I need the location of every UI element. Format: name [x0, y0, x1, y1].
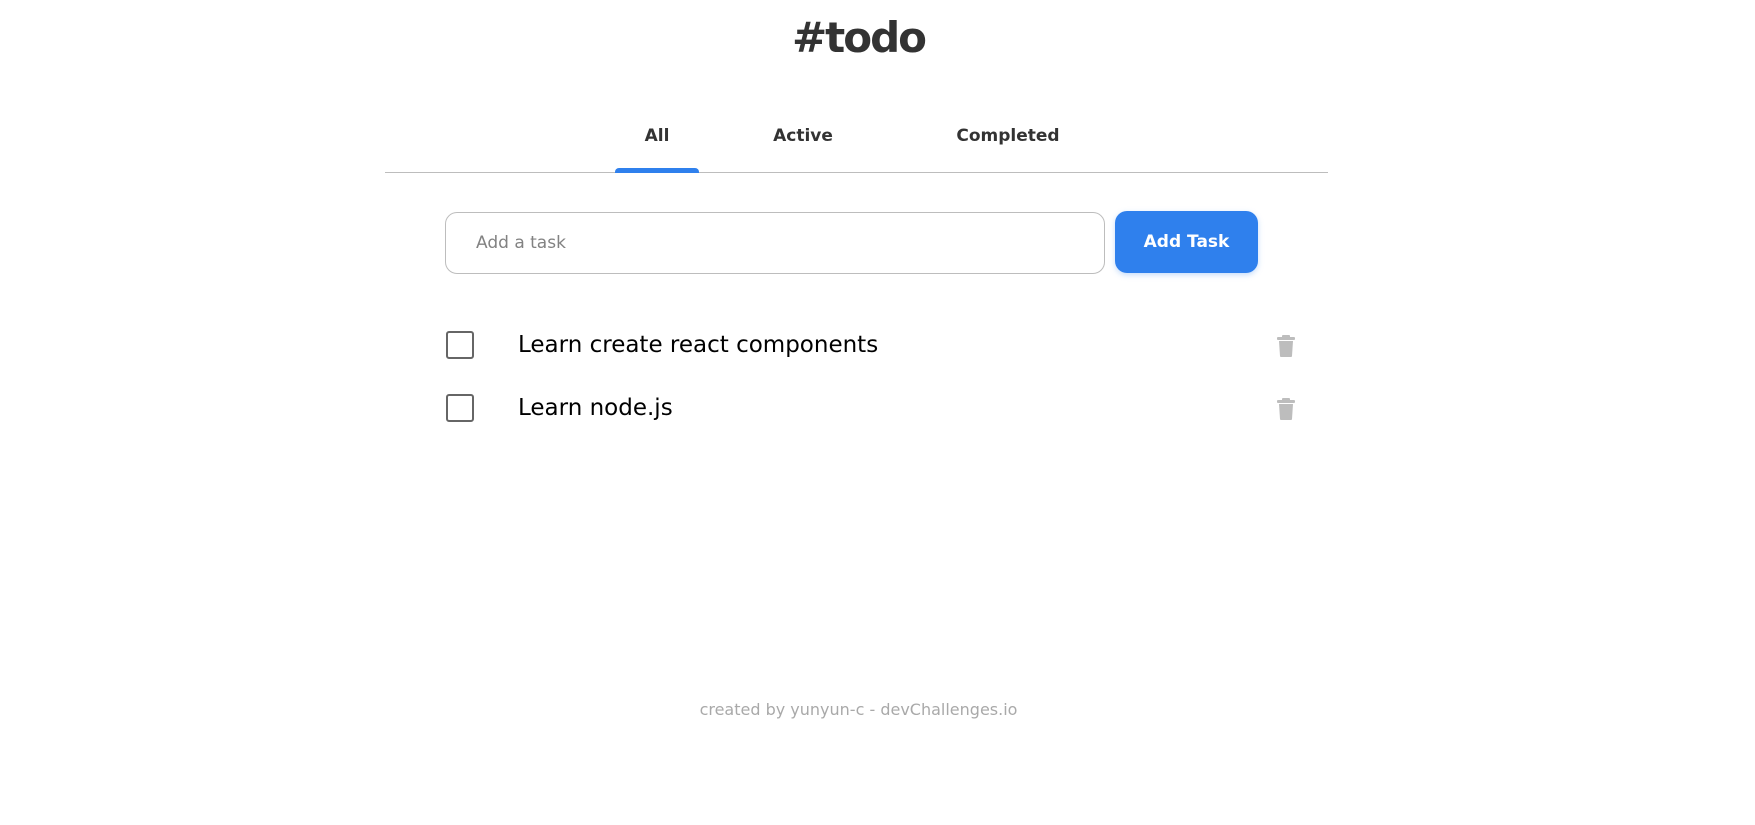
task-label: Learn create react components: [518, 332, 879, 358]
add-task-button[interactable]: Add Task: [1115, 211, 1258, 273]
task-list: Learn create react components Learn node…: [445, 314, 1295, 440]
task-input[interactable]: [445, 212, 1105, 274]
active-tab-indicator: [615, 168, 699, 173]
filter-tabs: All Active Completed: [385, 112, 1328, 173]
todo-page: #todo All Active Completed Add Task Lear…: [0, 0, 1755, 825]
task-item: Learn node.js: [445, 377, 1295, 440]
trash-icon[interactable]: [1275, 334, 1297, 358]
task-checkbox[interactable]: [446, 394, 474, 422]
task-checkbox[interactable]: [446, 331, 474, 359]
tab-all[interactable]: All: [615, 112, 699, 173]
trash-icon[interactable]: [1275, 397, 1297, 421]
tab-active-label: Active: [773, 126, 833, 146]
tab-completed[interactable]: Completed: [942, 112, 1074, 172]
footer-credit: created by yunyun-c - devChallenges.io: [699, 700, 1018, 719]
tab-active[interactable]: Active: [743, 112, 863, 172]
tab-completed-label: Completed: [956, 126, 1060, 146]
task-label: Learn node.js: [518, 395, 673, 421]
tab-all-label: All: [644, 126, 670, 146]
add-task-form: Add Task: [445, 211, 1259, 274]
task-item: Learn create react components: [445, 314, 1295, 377]
page-title: #todo: [791, 13, 927, 62]
